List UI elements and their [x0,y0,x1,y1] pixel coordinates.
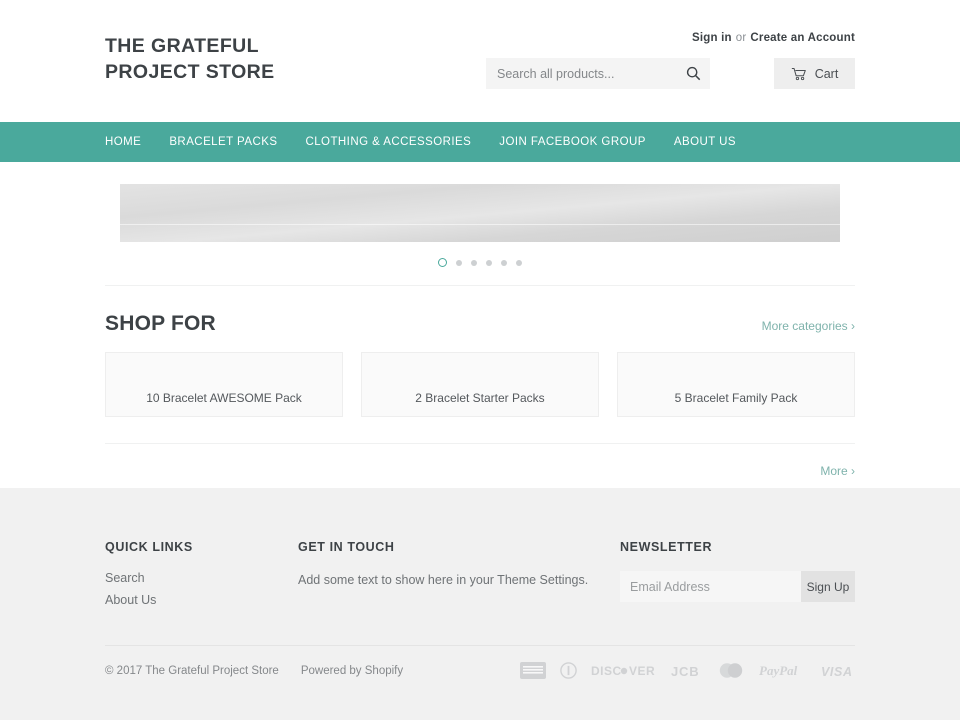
nav-item-bracelet-packs[interactable]: Bracelet Packs [169,136,277,148]
svg-text:PayPal: PayPal [759,663,798,678]
footer-quick-links: Quick Links Search About Us [105,540,298,615]
slider-dots [0,258,960,267]
search-input[interactable] [486,66,676,81]
nav-items: Home Bracelet Packs Clothing & Accessori… [0,136,764,148]
footer-columns: Quick Links Search About Us Get in touch… [105,488,855,615]
nav-item-about-us[interactable]: About Us [674,136,736,148]
paypal-icon: PayPal [759,663,798,678]
cart-button[interactable]: Cart [774,58,855,89]
newsletter-form: Sign Up [620,571,855,602]
footer-link-about-us[interactable]: About Us [105,593,298,607]
account-bar: Sign in or Create an Account [692,32,855,44]
site-footer: Quick Links Search About Us Get in touch… [0,488,960,720]
newsletter-signup-button[interactable]: Sign Up [801,571,855,602]
sign-in-link[interactable]: Sign in [692,32,732,44]
newsletter-email-input[interactable] [620,571,801,602]
logo-line-2: PROJECT STORE [105,61,275,83]
category-card[interactable]: 10 Bracelet AWESOME Pack [105,352,343,417]
more-categories-link[interactable]: More categories › [762,319,855,333]
footer-get-in-touch: Get in touch Add some text to show here … [298,540,620,615]
get-in-touch-text: Add some text to show here in your Theme… [298,573,589,587]
create-account-link[interactable]: Create an Account [750,32,855,44]
page-root: THE GRATEFUL PROJECT STORE Sign in or Crea… [0,0,960,720]
american-express-icon [520,662,546,679]
more-link[interactable]: More › [820,464,855,478]
slider-dot-6[interactable] [516,259,522,266]
nav-item-clothing-accessories[interactable]: Clothing & Accessories [305,136,471,148]
main-navigation: Home Bracelet Packs Clothing & Accessori… [0,122,960,162]
category-card-grid: 10 Bracelet AWESOME Pack 2 Bracelet Star… [105,352,855,417]
category-card-label: 5 Bracelet Family Pack [674,391,798,405]
slider-dot-5[interactable] [501,259,507,266]
copyright-text: © 2017 The Grateful Project Store [105,664,279,677]
search-box[interactable] [486,58,710,89]
cart-label: Cart [814,66,839,81]
slider-dot-2[interactable] [456,259,462,266]
hero-slider [0,162,960,267]
svg-text:JCB: JCB [671,664,699,678]
powered-by-link[interactable]: Powered by Shopify [301,665,403,677]
svg-text:VISA: VISA [821,665,853,678]
diners-club-icon [560,662,577,679]
site-logo[interactable]: THE GRATEFUL PROJECT STORE [105,33,275,85]
site-header: THE GRATEFUL PROJECT STORE Sign in or Crea… [0,0,960,122]
more-row: More › [105,444,855,478]
footer-link-search[interactable]: Search [105,571,298,585]
discover-icon: DISC VER [591,664,655,678]
search-icon [686,66,700,81]
shopping-cart-icon [791,67,806,80]
payment-icons: DISC VER JCB PayPal VISA [520,662,855,679]
account-separator: or [735,32,747,44]
svg-text:DISC: DISC [591,664,622,678]
visa-icon: VISA [821,665,853,678]
footer-bottom-bar: © 2017 The Grateful Project Store Powere… [105,646,855,679]
logo-line-1: THE GRATEFUL [105,35,259,57]
category-card[interactable]: 5 Bracelet Family Pack [617,352,855,417]
category-card-label: 2 Bracelet Starter Packs [415,391,545,405]
svg-text:VER: VER [629,664,655,678]
slider-dot-3[interactable] [471,259,477,266]
copyright-group: © 2017 The Grateful Project Store Powere… [105,665,403,677]
slider-dot-4[interactable] [486,259,492,266]
nav-item-join-facebook-group[interactable]: Join Facebook Group [499,136,646,148]
shop-for-header: Shop For More categories › [105,286,855,336]
slider-dot-1[interactable] [438,258,447,267]
get-in-touch-title: Get in touch [298,540,395,554]
category-card[interactable]: 2 Bracelet Starter Packs [361,352,599,417]
search-button[interactable] [676,58,710,89]
newsletter-title: Newsletter [620,540,713,554]
mastercard-icon [719,663,743,678]
quick-links-title: Quick Links [105,540,193,554]
category-card-label: 10 Bracelet AWESOME Pack [146,391,302,405]
slide-image[interactable] [120,184,840,242]
jcb-icon: JCB [671,664,699,678]
footer-newsletter: Newsletter Sign Up [620,540,855,615]
page-title: Shop For [105,312,216,335]
nav-item-home[interactable]: Home [105,136,141,148]
